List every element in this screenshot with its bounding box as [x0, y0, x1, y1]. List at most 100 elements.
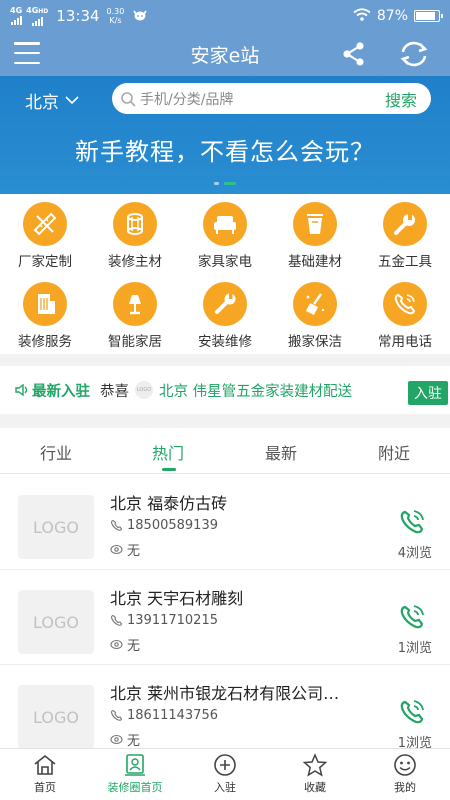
tab-nearby[interactable]: 附近	[338, 440, 450, 464]
ticker-label: 最新入驻	[14, 380, 90, 401]
business-title: 北京 莱州市银龙石材有限公司…	[110, 684, 340, 703]
ticker-congrats: 恭喜	[100, 383, 129, 400]
carousel-indicator	[0, 182, 450, 185]
divider	[0, 414, 450, 428]
search-icon	[121, 91, 136, 107]
nav-join[interactable]: 入驻	[180, 753, 270, 795]
list-item[interactable]: LOGO 北京 福泰仿古砖 18500589139 无 4浏览	[0, 476, 450, 570]
news-ticker[interactable]: 最新入驻 恭喜 LOGO 北京 伟星管五金家装建材配送 入驻	[0, 366, 450, 414]
city-label: 北京	[25, 93, 59, 113]
phone-small-icon	[111, 709, 123, 721]
nav-mine[interactable]: 我的	[360, 753, 450, 795]
business-logo: LOGO	[18, 685, 94, 749]
refresh-icon[interactable]	[398, 40, 430, 68]
banner[interactable]: 北京 手机/分类/品牌 搜索 新手教程，不看怎么会玩？	[0, 76, 450, 194]
tab-industry[interactable]: 行业	[0, 440, 112, 464]
business-address: 无	[110, 635, 140, 654]
nav-label: 收藏	[304, 781, 326, 794]
building-icon	[23, 282, 67, 326]
menu-icon[interactable]	[14, 42, 40, 64]
business-address: 无	[110, 730, 140, 749]
category-item[interactable]: 装修服务	[5, 282, 85, 350]
search-input[interactable]: 手机/分类/品牌 搜索	[112, 83, 431, 114]
home-icon	[34, 754, 56, 775]
network-2: 4GHD	[26, 6, 49, 26]
view-count: 4浏览	[397, 546, 432, 561]
business-title: 北京 福泰仿古砖	[110, 494, 228, 513]
call-icon[interactable]	[398, 698, 426, 726]
tab-latest[interactable]: 最新	[225, 440, 337, 464]
pipes-icon	[113, 202, 157, 246]
category-label: 装修主材	[108, 254, 162, 270]
category-label: 安装维修	[198, 334, 252, 350]
ruler-pencil-icon	[23, 202, 67, 246]
network-1-label: 4G	[10, 6, 23, 15]
category-item[interactable]: 常用电话	[365, 282, 445, 350]
business-phone: 18500589139	[110, 518, 218, 533]
nav-decor-circle[interactable]: 装修圈首页	[90, 753, 180, 795]
category-label: 家具家电	[198, 254, 252, 270]
portrait-icon	[125, 754, 145, 776]
category-item[interactable]: 家具家电	[185, 202, 265, 270]
category-label: 智能家居	[108, 334, 162, 350]
view-count: 1浏览	[397, 641, 432, 656]
smiley-icon	[394, 754, 416, 776]
speaker-icon	[15, 383, 28, 397]
signal-icon-2	[31, 16, 43, 26]
title-bar: 安家e站	[0, 32, 450, 76]
call-icon[interactable]	[398, 508, 426, 536]
category-grid: 厂家定制 装修主材 家具家电 基础建材 五金工具 装修服务 智能家居 安装维修 …	[0, 196, 450, 354]
sofa-icon	[203, 202, 247, 246]
location-icon	[110, 639, 123, 650]
tools-icon	[203, 282, 247, 326]
nav-label: 入驻	[214, 781, 236, 794]
lamp-icon	[113, 282, 157, 326]
category-item[interactable]: 厂家定制	[5, 202, 85, 270]
nav-home[interactable]: 首页	[0, 753, 90, 795]
nav-label: 装修圈首页	[107, 781, 163, 794]
star-icon	[302, 753, 328, 777]
phone-small-icon	[111, 519, 123, 531]
search-button[interactable]: 搜索	[385, 87, 417, 111]
page-title: 安家e站	[190, 44, 260, 67]
network-2-sup: HD	[38, 7, 49, 15]
list-item[interactable]: LOGO 北京 莱州市银龙石材有限公司… 18611143756 无 1浏览	[0, 666, 450, 760]
city-selector[interactable]: 北京	[25, 88, 79, 113]
category-item[interactable]: 基础建材	[275, 202, 355, 270]
status-left: 4G 4GHD 13:34 0.30 K/s	[10, 6, 148, 26]
category-item[interactable]: 装修主材	[95, 202, 175, 270]
business-phone: 13911710215	[110, 613, 218, 628]
nav-favorites[interactable]: 收藏	[270, 753, 360, 795]
listing-tabs: 行业 热门 最新 附近	[0, 428, 450, 474]
status-bar: 4G 4GHD 13:34 0.30 K/s 87%	[0, 0, 450, 32]
nav-label: 我的	[394, 781, 416, 794]
category-item[interactable]: 安装维修	[185, 282, 265, 350]
join-button[interactable]: 入驻	[408, 381, 448, 405]
category-item[interactable]: 搬家保洁	[275, 282, 355, 350]
phone-number: 18500589139	[127, 518, 218, 533]
business-title: 北京 天宇石材雕刻	[110, 589, 244, 608]
phone-number: 13911710215	[127, 613, 218, 628]
plus-circle-icon	[214, 754, 236, 776]
search-placeholder: 手机/分类/品牌	[140, 91, 234, 108]
share-icon[interactable]	[340, 40, 368, 68]
ticker-news[interactable]: 北京 伟星管五金家装建材配送	[159, 380, 384, 401]
address-text: 无	[127, 639, 141, 654]
wifi-icon	[353, 7, 371, 25]
location-icon	[110, 544, 123, 555]
address-text: 无	[127, 544, 141, 559]
wrench-icon	[383, 202, 427, 246]
banner-promo-text: 新手教程，不看怎么会玩？	[75, 138, 375, 166]
call-icon[interactable]	[398, 603, 426, 631]
business-logo: LOGO	[18, 590, 94, 654]
status-right: 87%	[353, 7, 443, 25]
list-item[interactable]: LOGO 北京 天宇石材雕刻 13911710215 无 1浏览	[0, 571, 450, 665]
net-speed-value: 0.30	[106, 7, 125, 16]
phone-small-icon	[111, 614, 123, 626]
broom-icon	[293, 282, 337, 326]
category-item[interactable]: 五金工具	[365, 202, 445, 270]
category-item[interactable]: 智能家居	[95, 282, 175, 350]
battery-percent: 87%	[376, 8, 408, 24]
phone-icon	[383, 282, 427, 326]
tab-hot[interactable]: 热门	[112, 440, 224, 464]
